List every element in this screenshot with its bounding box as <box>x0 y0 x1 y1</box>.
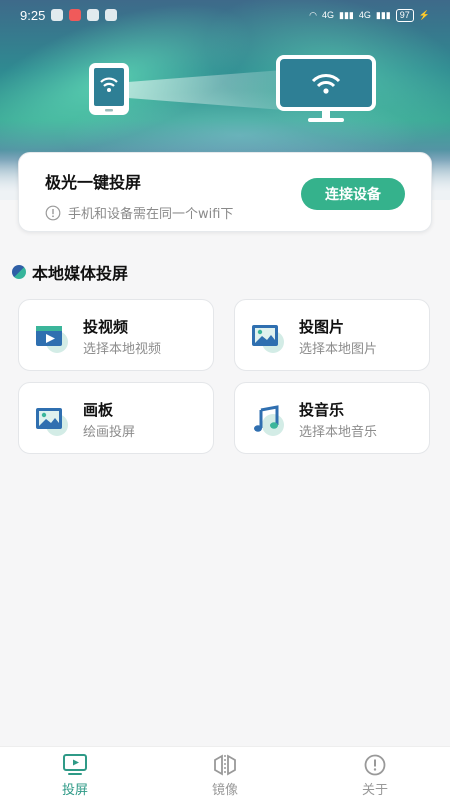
network-type-2: 4G <box>358 10 371 20</box>
drawing-board-tile[interactable]: 画板 绘画投屏 <box>18 382 214 454</box>
mute-icon <box>105 9 118 21</box>
tile-title: 画板 <box>83 401 114 419</box>
network-type-1: 4G <box>322 10 335 20</box>
tv-illustration-icon <box>276 55 376 122</box>
tile-title: 投图片 <box>299 318 345 336</box>
section-dot-icon <box>12 265 26 279</box>
local-media-section-title: 本地媒体投屏 <box>12 260 128 284</box>
cast-icon <box>63 754 87 775</box>
app-title: 极光一键投屏 <box>45 173 142 192</box>
tab-cast[interactable]: 投屏 <box>0 747 150 800</box>
video-icon <box>36 326 68 353</box>
music-icon <box>254 405 284 436</box>
tab-label: 关于 <box>361 783 388 798</box>
tile-title: 投视频 <box>83 318 129 336</box>
cast-image-tile[interactable]: 投图片 选择本地图片 <box>234 299 430 371</box>
charging-icon: ⚡ <box>418 9 430 20</box>
image-icon <box>252 325 284 353</box>
connect-device-button[interactable]: 连接设备 <box>301 178 405 210</box>
battery-level: 97 <box>395 8 414 22</box>
status-time: 9:25 <box>20 7 46 23</box>
drawing-board-icon <box>36 408 68 436</box>
wifi-signal-icon: ◠ <box>309 9 318 20</box>
tab-label: 投屏 <box>61 783 88 798</box>
app-notification-icon <box>69 9 82 21</box>
wifi-hint: 手机和设备需在同一个wifi下 <box>45 203 233 222</box>
cast-video-tile[interactable]: 投视频 选择本地视频 <box>18 299 214 371</box>
tile-subtitle: 选择本地图片 <box>299 342 378 357</box>
about-icon <box>364 754 386 776</box>
tab-about[interactable]: 关于 <box>300 747 450 800</box>
cast-music-tile[interactable]: 投音乐 选择本地音乐 <box>234 382 430 454</box>
alarm-icon <box>87 9 100 21</box>
tile-subtitle: 选择本地音乐 <box>299 425 378 440</box>
wifi-hint-text: 手机和设备需在同一个wifi下 <box>68 207 234 222</box>
mirror-icon <box>214 754 236 776</box>
bottom-tab-bar: 投屏 镜像 关于 <box>0 746 450 800</box>
tab-label: 镜像 <box>211 783 238 798</box>
tile-title: 投音乐 <box>299 401 345 419</box>
info-icon <box>45 205 61 220</box>
connect-card: 极光一键投屏 手机和设备需在同一个wifi下 连接设备 <box>18 152 432 232</box>
cell-signal-icon: ▮▮▮ <box>339 9 354 20</box>
tiktok-icon <box>51 9 64 21</box>
section-title-text: 本地媒体投屏 <box>32 264 129 283</box>
tab-mirror[interactable]: 镜像 <box>150 747 300 800</box>
cell-signal-icon: ▮▮▮ <box>375 9 391 20</box>
phone-illustration-icon <box>89 63 129 115</box>
status-bar: 9:25 ◠ 4G ▮▮▮ 4G ▮▮▮ 97 ⚡ <box>0 0 450 30</box>
tile-subtitle: 选择本地视频 <box>83 342 162 357</box>
tile-subtitle: 绘画投屏 <box>83 425 136 440</box>
